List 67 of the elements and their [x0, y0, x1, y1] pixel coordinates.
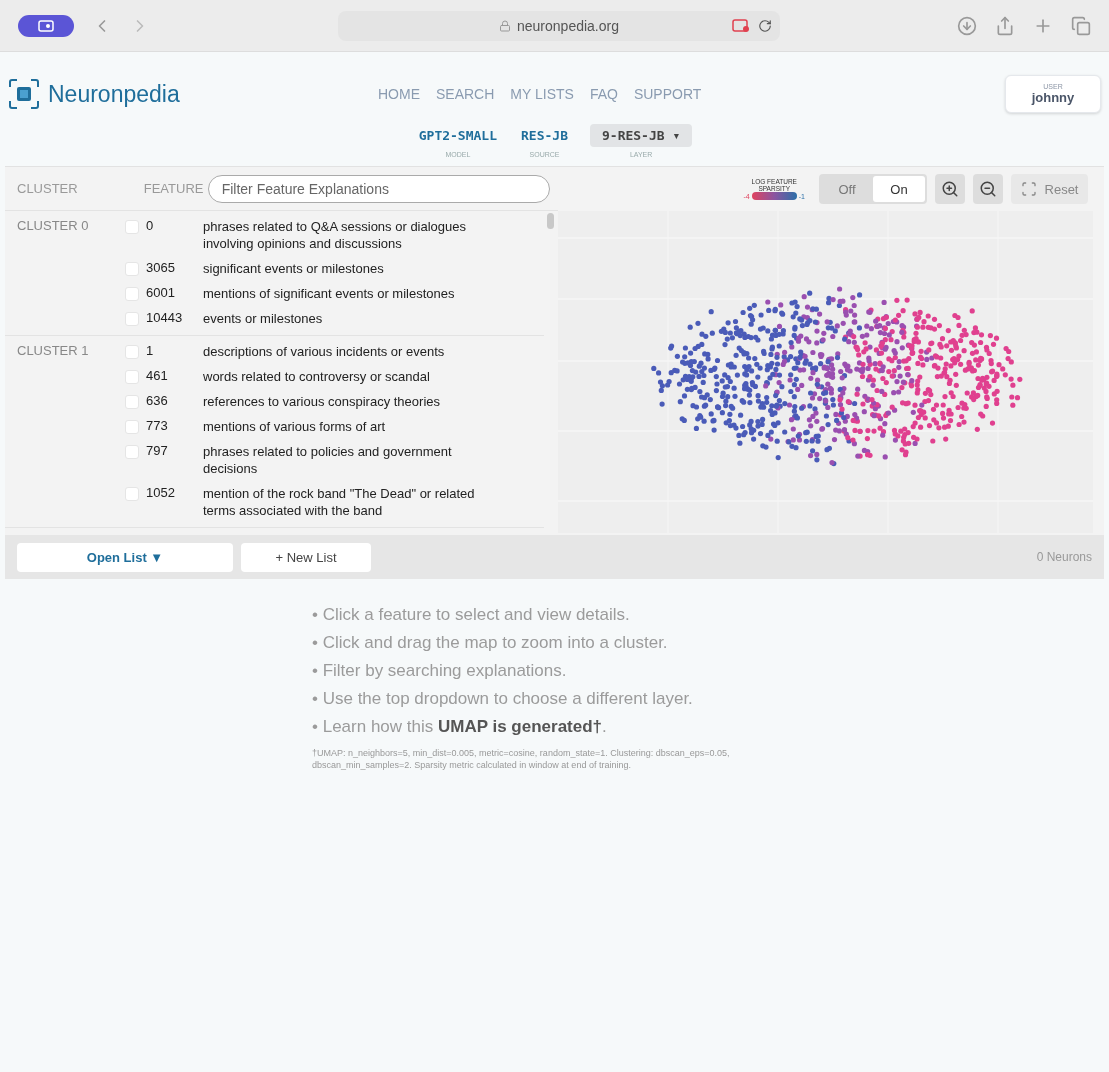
feature-id: 0: [145, 218, 155, 233]
zoom-in-button[interactable]: [935, 174, 965, 204]
feature-id: 773: [145, 418, 169, 433]
scrollbar-thumb[interactable]: [547, 213, 554, 229]
feature-id: 10443: [145, 310, 184, 325]
url-text: neuronpedia.org: [517, 17, 619, 34]
feature-id: 3065: [145, 260, 176, 275]
sidebar-icon: [38, 19, 54, 32]
feature-checkbox[interactable]: [125, 345, 139, 359]
feature-explanation[interactable]: significant events or milestones: [203, 260, 493, 277]
feature-id: 461: [145, 368, 169, 383]
tabs-icon[interactable]: [1071, 15, 1091, 36]
feature-explanation[interactable]: mentions of significant events or milestones: [203, 285, 493, 302]
neuron-count: 0 Neurons: [1036, 550, 1092, 564]
column-header: CLUSTER: [17, 181, 79, 196]
feature-explanation[interactable]: descriptions of various incidents or events: [203, 343, 493, 360]
frame-icon: [1020, 181, 1037, 197]
feature-checkbox[interactable]: [125, 395, 139, 409]
sidebar-toggle-button[interactable]: [18, 14, 74, 37]
feature-id: 636: [145, 393, 169, 408]
feature-checkbox[interactable]: [125, 312, 139, 326]
feature-explanation[interactable]: events or milestones: [203, 310, 493, 327]
instruction-text: • Use the top dropdown to choose a different layer.: [312, 689, 694, 709]
selector-link[interactable]: RES-JB: [519, 124, 570, 147]
lock-icon: [499, 19, 511, 32]
instruction-text: • Learn how this UMAP is generated†.: [312, 717, 608, 737]
feature-checkbox[interactable]: [125, 420, 139, 434]
instruction-text: • Filter by searching explanations.: [312, 661, 568, 681]
instruction-text: • Click and drag the map to zoom into a cluster.: [312, 633, 669, 653]
zoom-in-icon: [941, 180, 959, 198]
feature-checkbox[interactable]: [125, 220, 139, 234]
download-icon[interactable]: [957, 15, 977, 36]
logo-icon: [8, 78, 40, 110]
instruction-text: • Click a feature to select and view details.: [312, 605, 631, 625]
zoom-out-icon: [979, 180, 997, 198]
feature-explanation[interactable]: references to various conspiracy theories: [203, 393, 493, 410]
feature-explanation[interactable]: phrases related to Q&A sessions or dialogues involving opinions and discussions: [203, 218, 493, 252]
feature-explanation[interactable]: phrases related to policies and government decisions: [203, 443, 493, 477]
toggle-option[interactable]: On: [873, 176, 925, 202]
feature-checkbox[interactable]: [125, 487, 139, 501]
layer-dropdown[interactable]: 9-RES-JB ▾: [590, 124, 693, 147]
reload-icon[interactable]: [758, 18, 772, 33]
feature-id: 6001: [145, 285, 176, 300]
feature-checkbox[interactable]: [125, 445, 139, 459]
open-list-button[interactable]: Open List ▼: [17, 542, 233, 572]
new-list-button[interactable]: + New List: [241, 542, 371, 572]
filter-field[interactable]: Filter Feature Explanations: [207, 174, 550, 203]
feature-checkbox[interactable]: [125, 287, 139, 301]
selector-link[interactable]: GPT2-SMALL: [416, 124, 499, 147]
feature-id: 1: [145, 343, 155, 358]
logo-text[interactable]: Neuronpedia: [48, 80, 180, 108]
feature-explanation[interactable]: mentions of various forms of art: [203, 418, 493, 435]
feature-id: 797: [145, 443, 169, 458]
share-icon[interactable]: [995, 15, 1015, 36]
column-header: FEATURE: [143, 181, 205, 196]
feature-id: 1052: [145, 485, 176, 500]
footnote-text: †UMAP: n_neighbors=5, min_dist=0.005, metric=cosine, random_state=1. Clustering: dbscan_eps=0.05, dbscan_min_samples=2. Sparsity metric calculated in window at end of training.: [312, 747, 731, 771]
camera-icon[interactable]: [732, 18, 750, 33]
legend-gradient: [751, 192, 797, 200]
cluster-label: CLUSTER 0: [17, 217, 90, 233]
zoom-out-button[interactable]: [973, 174, 1003, 204]
feature-explanation[interactable]: words related to controversy or scandal: [203, 368, 493, 385]
cluster-label: CLUSTER 1: [17, 342, 90, 358]
feature-explanation[interactable]: mention of the rock band "The Dead" or related terms associated with the band: [203, 485, 493, 519]
feature-checkbox[interactable]: [125, 262, 139, 276]
address-bar[interactable]: neuronpedia.org: [338, 10, 780, 41]
feature-checkbox[interactable]: [125, 370, 139, 384]
